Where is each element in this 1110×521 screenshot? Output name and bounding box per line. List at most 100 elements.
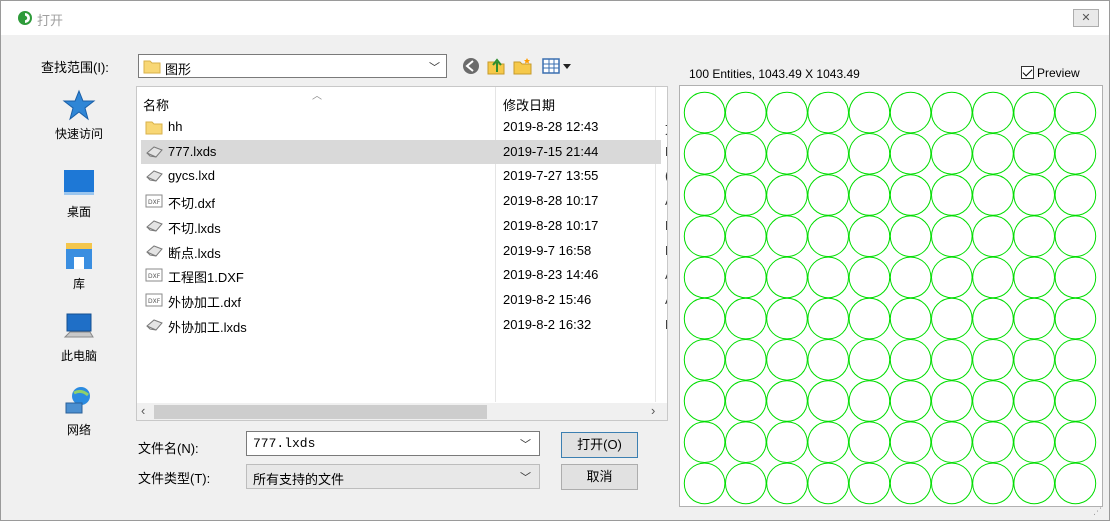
preview-circle [683, 338, 726, 381]
preview-circle [972, 174, 1014, 216]
chevron-down-icon: ﹀ [520, 472, 531, 484]
preview-circle [725, 338, 767, 381]
preview-info: 100 Entities, 1043.49 X 1043.49 [689, 67, 860, 81]
file-date: 2019-8-23 14:46 [503, 267, 599, 283]
filename-label: 文件名(N): [138, 441, 199, 456]
file-row[interactable]: 不切.lxds 2019-8-28 10:17 L [141, 214, 667, 238]
preview-circle [725, 256, 767, 299]
preview-circle [1054, 215, 1097, 257]
preview-circle [1013, 215, 1056, 257]
cancel-button[interactable]: 取消 [561, 464, 638, 490]
preview-circle [889, 91, 932, 134]
place-label: 桌面 [66, 205, 91, 219]
horizontal-scrollbar[interactable]: ‹ › [137, 403, 667, 420]
lookin-combo[interactable]: 图形 ﹀ [138, 54, 447, 78]
file-type-truncated: L [665, 218, 667, 233]
preview-circle [683, 380, 726, 422]
open-button[interactable]: 打开(O) [561, 432, 638, 458]
chevron-down-icon[interactable]: ﹀ [520, 436, 531, 452]
place-library[interactable]: 库 [39, 239, 119, 292]
computer-icon [63, 313, 94, 338]
scroll-right-icon[interactable]: › [651, 403, 655, 418]
lxds-file-icon [145, 243, 165, 262]
lookin-label: 查找范围(I): [41, 60, 109, 75]
preview-circle [972, 91, 1014, 134]
preview-circle [1054, 133, 1097, 175]
preview-circle [807, 174, 849, 216]
up-folder-icon[interactable] [485, 56, 507, 76]
preview-circle [889, 462, 932, 505]
file-date: 2019-8-28 10:17 [503, 193, 599, 209]
file-type-truncated: L [665, 144, 667, 159]
preview-circle [930, 462, 973, 505]
preview-circle [972, 297, 1014, 340]
filetype-select[interactable]: 所有支持的文件 ﹀ [246, 464, 540, 489]
preview-circle [848, 256, 891, 299]
preview-circle [766, 421, 808, 464]
resize-grip-icon[interactable]: ⋰ [1093, 506, 1102, 517]
preview-circle [1054, 256, 1097, 299]
preview-circle [766, 338, 808, 381]
preview-circle [766, 256, 808, 299]
folder-icon [145, 119, 163, 138]
file-name: gycs.lxd [168, 168, 215, 184]
filename-input[interactable]: 777.lxds ﹀ [246, 431, 540, 456]
file-list[interactable]: ︿ 名称 修改日期 hh 2019-8-28 12:43 文 777.lxds 2019… [136, 86, 668, 421]
preview-circle [889, 380, 932, 422]
place-label: 网络 [66, 423, 91, 437]
desktop-icon [64, 170, 94, 195]
file-row[interactable]: 外协加工.lxds 2019-8-2 16:32 L [141, 313, 667, 337]
preview-circle [930, 380, 973, 422]
file-date: 2019-8-2 16:32 [503, 316, 592, 332]
preview-circle [889, 215, 932, 257]
preview-circle [1013, 174, 1056, 216]
place-quick-access[interactable]: 快速访问 [39, 89, 119, 142]
library-icon [66, 243, 92, 269]
file-row[interactable]: DXF 不切.dxf 2019-8-28 10:17 A [141, 189, 667, 213]
close-button[interactable]: ✕ [1073, 9, 1099, 27]
preview-circle [807, 421, 849, 464]
preview-circle [1013, 91, 1056, 134]
lxds-file-icon [145, 317, 165, 336]
preview-circle [930, 133, 973, 175]
network-icon [65, 387, 90, 414]
new-folder-icon[interactable] [512, 56, 534, 76]
file-row[interactable]: hh 2019-8-28 12:43 文 [141, 115, 667, 139]
file-date: 2019-7-27 13:55 [503, 168, 599, 184]
file-name: hh [168, 119, 183, 134]
preview-circle [972, 380, 1014, 422]
place-desktop[interactable]: 桌面 [39, 167, 119, 220]
preview-circle [889, 338, 932, 381]
back-icon[interactable] [460, 56, 482, 76]
file-row[interactable]: 777.lxds 2019-7-15 21:44 L [141, 139, 667, 164]
column-header-name[interactable]: 名称 [143, 95, 169, 114]
star-icon [62, 89, 96, 121]
place-network[interactable]: 网络 [39, 385, 119, 438]
lxds-file-icon [145, 168, 165, 187]
preview-circle [889, 421, 932, 464]
file-row[interactable]: DXF 外协加工.dxf 2019-8-2 15:46 A [141, 288, 667, 312]
preview-circle [972, 338, 1014, 381]
file-row[interactable]: gycs.lxd 2019-7-27 13:55 ( [141, 164, 667, 188]
scrollbar-thumb[interactable] [154, 405, 487, 419]
filetype-label: 文件类型(T): [138, 471, 211, 486]
preview-circle [930, 421, 973, 464]
place-label: 快速访问 [54, 127, 103, 141]
preview-circle [848, 421, 891, 464]
lxds-file-icon [145, 218, 165, 237]
scroll-left-icon[interactable]: ‹ [141, 403, 145, 418]
preview-circle [683, 133, 726, 175]
file-date: 2019-7-15 21:44 [503, 143, 599, 159]
preview-circle [1054, 338, 1097, 381]
view-menu-icon[interactable] [541, 56, 573, 76]
file-row[interactable]: 断点.lxds 2019-9-7 16:58 L [141, 239, 667, 263]
checkbox-checked-icon[interactable] [1021, 66, 1034, 79]
column-header-date[interactable]: 修改日期 [503, 95, 555, 114]
preview-checkbox[interactable]: Preview [1021, 66, 1080, 80]
file-row[interactable]: DXF 工程图1.DXF 2019-8-23 14:46 A [141, 263, 667, 287]
preview-circle [1054, 91, 1097, 134]
close-icon: ✕ [1081, 12, 1091, 24]
preview-circle [725, 297, 767, 340]
preview-circle [848, 174, 891, 216]
place-this-pc[interactable]: 此电脑 [39, 311, 119, 364]
